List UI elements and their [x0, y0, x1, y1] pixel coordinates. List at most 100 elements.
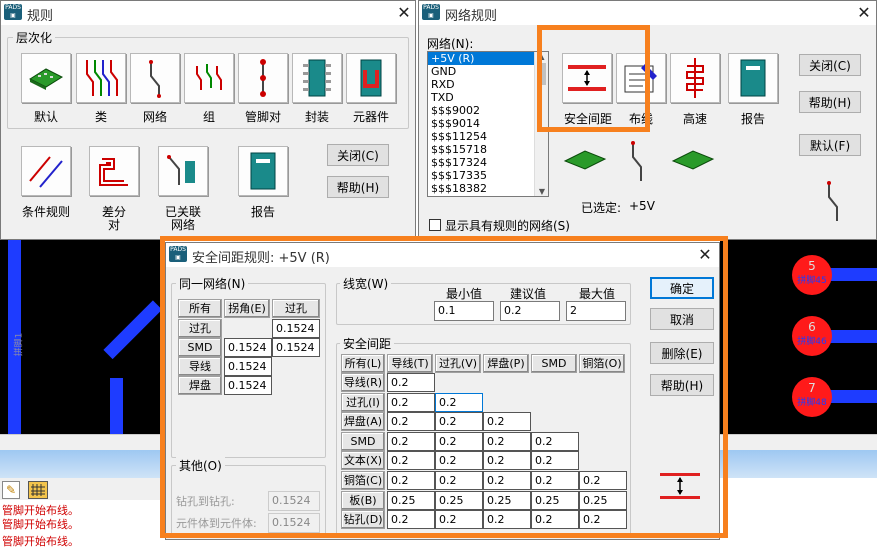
package-rules-button[interactable] — [292, 53, 342, 103]
pad-number: 6 — [808, 320, 816, 334]
scroll-down-icon[interactable]: ▼ — [535, 187, 548, 196]
package-icon — [303, 59, 331, 97]
diff-pair-rules-button[interactable] — [89, 146, 139, 196]
net-list-item[interactable]: $$$11254 — [428, 130, 548, 143]
package-label: 封装 — [304, 110, 329, 124]
net-list-item[interactable]: TXD — [428, 91, 548, 104]
high-speed-label: 高速 — [682, 112, 707, 126]
high-speed-button[interactable] — [670, 53, 720, 103]
close-button[interactable]: 关闭(C) — [327, 144, 389, 166]
net-rules-title: 网络规则 — [445, 9, 498, 24]
show-rules-checkbox[interactable] — [429, 219, 441, 231]
net-list-item[interactable]: $$$9014 — [428, 117, 548, 130]
pcb-trace — [825, 330, 877, 343]
diff-pair-label: 差分 对 — [89, 206, 139, 232]
associated-net-label: 已关联 网络 — [153, 206, 213, 232]
component-icon — [360, 59, 382, 97]
hierarchy-label: 层次化 — [13, 29, 56, 46]
net-list-item[interactable]: $$$9002 — [428, 104, 548, 117]
close-button[interactable]: 关闭(C) — [799, 54, 861, 76]
net-label: 网络 — [142, 110, 167, 124]
pcb-trace-label: 拼脚1 — [14, 332, 25, 357]
board-icon — [563, 150, 607, 170]
net-list-item[interactable]: GND — [428, 65, 548, 78]
pin-pair-rules-button[interactable] — [238, 53, 288, 103]
pad-net: 拼脚46 — [797, 337, 827, 347]
net-list-item[interactable]: $$$17324 — [428, 156, 548, 169]
pcb-pad[interactable]: 7 拼脚48 — [792, 377, 832, 417]
conditional-rules-button[interactable] — [21, 146, 71, 196]
pad-net: 拼脚45 — [797, 276, 827, 286]
group-rules-button[interactable] — [184, 53, 234, 103]
default-label: 默认 — [33, 110, 58, 124]
rules-titlebar[interactable]: PADS ▣ 规则 ✕ — [1, 1, 415, 25]
net-icon — [827, 181, 838, 221]
pcb-canvas-right[interactable]: 5 拼脚45 6 拼脚46 7 拼脚48 — [720, 238, 877, 434]
diff-pair-icon — [99, 158, 128, 186]
net-icon — [631, 141, 642, 181]
net-list-item[interactable]: $$$15718 — [428, 143, 548, 156]
net-list-item[interactable]: $$$17335 — [428, 169, 548, 182]
class-icon — [86, 60, 118, 96]
log-line: 管脚开始布线。 — [2, 535, 79, 548]
group-icon — [196, 64, 222, 90]
selected-value: +5V — [629, 199, 655, 213]
nets-listbox[interactable]: +5V (R) GND RXD TXD $$$9002 $$$9014 $$$1… — [427, 51, 549, 197]
conditional-rules-label: 条件规则 — [21, 205, 70, 219]
net-list-item[interactable]: +5V (R) — [428, 52, 548, 65]
report-icon — [250, 152, 276, 190]
report-icon — [740, 59, 766, 97]
pcb-trace — [103, 300, 163, 360]
net-list-item[interactable]: RXD — [428, 78, 548, 91]
selected-label: 已选定: — [581, 201, 622, 215]
component-rules-button[interactable] — [346, 53, 396, 103]
close-icon[interactable]: ✕ — [393, 3, 415, 22]
pencil-icon[interactable]: ✎ — [2, 481, 20, 499]
net-rules-titlebar[interactable]: PADS ▣ 网络规则 ✕ — [419, 1, 876, 25]
dialog-highlight — [160, 236, 728, 538]
grid-icon[interactable] — [28, 481, 48, 499]
toolbar-strip: ✎ — [0, 478, 160, 502]
high-speed-icon — [686, 58, 704, 98]
class-rules-button[interactable] — [76, 53, 126, 103]
show-rules-checkbox-label[interactable]: 显示具有规则的网络(S) — [445, 217, 570, 234]
close-icon[interactable]: ✕ — [853, 3, 875, 22]
default-icon — [28, 68, 64, 90]
default-rules-button[interactable] — [21, 53, 71, 103]
net-list-item[interactable]: $$$18382 — [428, 182, 548, 195]
report-button[interactable] — [728, 53, 778, 103]
pcb-canvas-left[interactable]: 拼脚1 — [0, 238, 165, 434]
board-icon — [671, 150, 715, 170]
associated-net-icon — [167, 155, 195, 185]
net-icon — [149, 60, 161, 98]
help-button[interactable]: 帮助(H) — [327, 176, 389, 198]
associated-net-rules-button[interactable] — [158, 146, 208, 196]
group-label: 组 — [202, 110, 215, 124]
pcb-pad[interactable]: 5 拼脚45 — [792, 255, 832, 295]
log-line: 管脚开始布线。 — [2, 518, 79, 531]
pad-net: 拼脚48 — [797, 398, 827, 408]
help-button[interactable]: 帮助(H) — [799, 91, 861, 113]
pcb-trace — [825, 268, 877, 281]
pad-number: 7 — [808, 381, 816, 395]
diff-pair-label-line: 对 — [107, 218, 120, 232]
rules-window: PADS ▣ 规则 ✕ 层次化 默认 类 网络 组 管脚对 封装 元器件 条件规则… — [0, 0, 416, 240]
net-rules-button[interactable] — [130, 53, 180, 103]
pin-pair-icon — [260, 59, 266, 97]
class-label: 类 — [94, 110, 107, 124]
report-label: 报告 — [740, 112, 765, 126]
pin-pair-label: 管脚对 — [244, 110, 281, 124]
nets-label: 网络(N): — [427, 37, 474, 51]
report-button[interactable] — [238, 146, 288, 196]
rules-title: 规则 — [27, 9, 54, 24]
default-button[interactable]: 默认(F) — [799, 134, 861, 156]
component-label: 元器件 — [352, 110, 389, 124]
pad-number: 5 — [808, 259, 816, 273]
pcb-pad[interactable]: 6 拼脚46 — [792, 316, 832, 356]
associated-net-label-line: 网络 — [170, 218, 195, 232]
pads-logo-icon: PADS ▣ — [422, 4, 440, 20]
pcb-trace — [110, 378, 123, 434]
pads-logo-icon: PADS ▣ — [4, 4, 22, 20]
clearance-highlight — [537, 25, 650, 132]
report-label: 报告 — [250, 205, 275, 219]
